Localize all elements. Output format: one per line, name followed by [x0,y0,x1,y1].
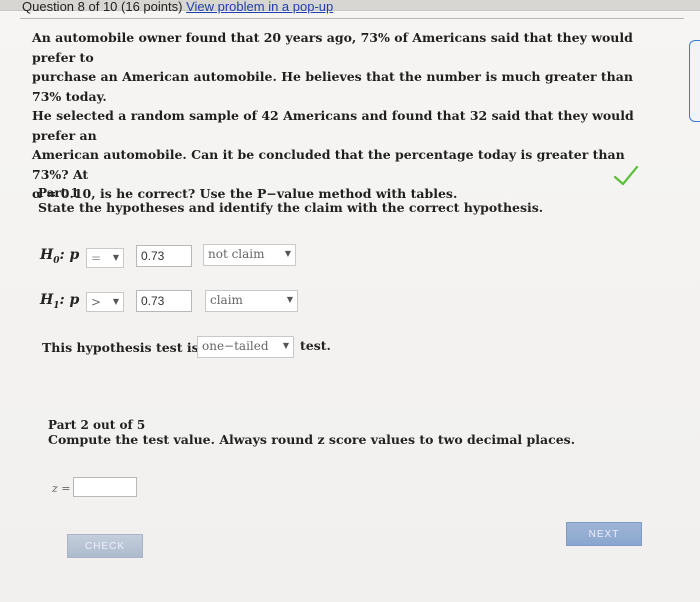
test-type-value: one−tailed [202,339,269,353]
divider [20,18,684,19]
page: Question 8 of 10 (16 points) View proble… [0,0,700,602]
popup-link[interactable]: View problem in a pop-up [186,0,333,14]
problem-line: American automobile. Can it be concluded… [32,147,625,182]
h0-label: H0: p [40,247,80,266]
z-label: z = [52,482,71,495]
h1-value-input[interactable]: 0.73 [136,290,192,312]
h1-label: H1: p [40,292,80,311]
problem-line: He selected a random sample of 42 Americ… [32,108,634,143]
part1-title: Part 1 [38,186,79,200]
question-header: Question 8 of 10 (16 points) View proble… [22,0,333,14]
part1-instruction: State the hypotheses and identify the cl… [38,200,544,215]
h0-claim-select[interactable]: not claim ▼ [203,244,296,266]
problem-line: purchase an American automobile. He beli… [32,69,633,104]
chevron-down-icon: ▼ [284,249,291,258]
h1-claim-select[interactable]: claim ▼ [205,290,298,312]
next-button[interactable]: NEXT [566,522,642,546]
part2-title: Part 2 out of 5 [48,418,146,432]
h1-claim-value: claim [210,293,243,307]
chevron-down-icon: ▼ [112,297,119,306]
test-type-select[interactable]: one−tailed ▼ [197,336,294,358]
question-progress: Question 8 of 10 (16 points) [22,0,183,14]
h0-operator-select[interactable]: = ▼ [86,248,124,268]
chevron-down-icon: ▼ [112,253,119,262]
test-type-prefix: This hypothesis test is a [42,340,212,355]
h0-claim-value: not claim [208,247,265,261]
check-button[interactable]: CHECK [67,534,143,558]
problem-line: An automobile owner found that 20 years … [32,30,633,65]
h1-operator-value: > [91,295,102,309]
h1-operator-select[interactable]: > ▼ [86,292,124,312]
chevron-down-icon: ▼ [282,341,289,350]
h0-value-input[interactable]: 0.73 [136,245,192,267]
h0-operator-value: = [91,251,102,265]
part2-instruction: Compute the test value. Always round z s… [48,432,576,447]
problem-text: An automobile owner found that 20 years … [32,28,662,204]
chevron-down-icon: ▼ [286,295,293,304]
test-type-suffix: test. [300,338,331,353]
checkmark-icon [613,165,639,186]
z-value-input[interactable] [73,477,137,497]
side-tab[interactable] [689,40,700,122]
